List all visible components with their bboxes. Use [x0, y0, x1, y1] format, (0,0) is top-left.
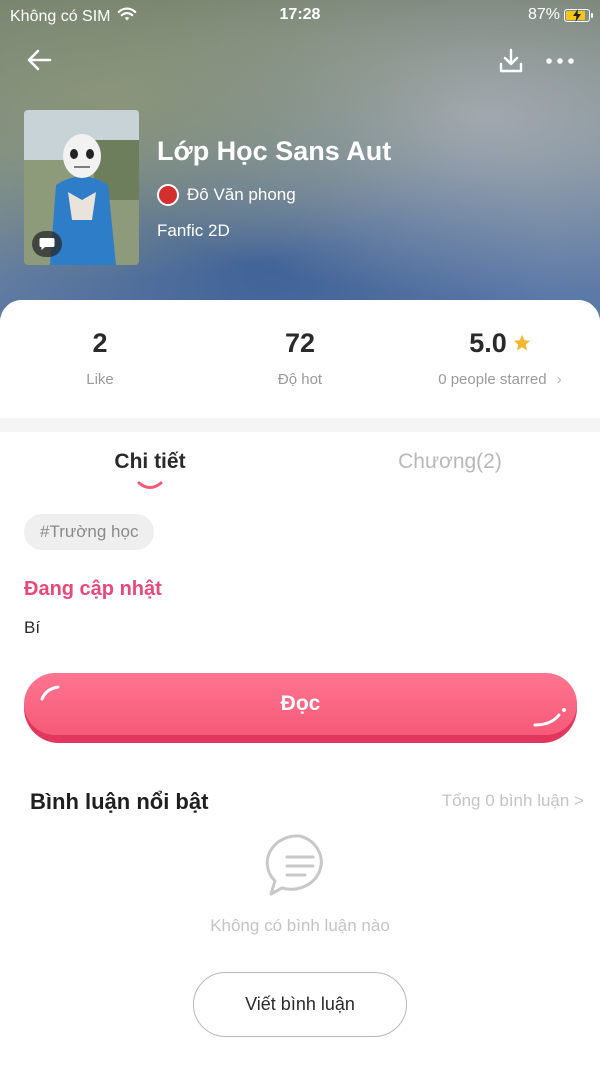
star-icon [513, 328, 531, 359]
battery-charging-icon [564, 8, 593, 22]
rating-value-row: 5.0 [420, 328, 580, 359]
hot-value: 72 [284, 328, 316, 358]
battery-percent: 87% [527, 6, 560, 23]
cover-image[interactable] [24, 110, 139, 265]
hot-label: Độ hot [277, 371, 323, 388]
header-hero: Không có SIM 17:28 87% Lớp Học Sans Aut … [0, 0, 600, 330]
write-comment-button[interactable]: Viết bình luận [193, 972, 407, 1037]
more-icon[interactable] [542, 46, 578, 76]
arrow-back-icon[interactable] [24, 44, 56, 76]
status-bar: Không có SIM 17:28 87% [0, 0, 600, 32]
read-button[interactable]: Đọc [24, 673, 577, 743]
tab-details[interactable]: Chi tiết [100, 450, 200, 474]
story-category: Fanfic 2D [157, 221, 230, 240]
clock: 17:28 [279, 6, 321, 23]
author-link[interactable]: Đô Văn phong [157, 184, 296, 206]
tab-indicator [137, 481, 163, 489]
comment-bubble-icon [32, 231, 62, 257]
detail-content: Chi tiết Chương(2) #Trường học Đang cập … [0, 432, 600, 1067]
comments-total-link[interactable]: Tổng 0 bình luận > [442, 791, 584, 811]
stats-bar: 2 Like 72 Độ hot 5.0 0 people starred › [0, 300, 600, 418]
status-heading: Đang cập nhật [24, 578, 162, 600]
author-name: Đô Văn phong [187, 185, 296, 204]
stat-rating[interactable]: 5.0 0 people starred › [420, 328, 580, 388]
chevron-right-icon: › [556, 371, 562, 388]
story-title: Lớp Học Sans Aut [157, 136, 392, 166]
stat-hot: 72 Độ hot [240, 328, 360, 388]
read-button-label: Đọc [280, 692, 321, 715]
likes-label: Like [86, 371, 114, 388]
likes-value: 2 [92, 328, 108, 358]
rating-value: 5.0 [469, 328, 507, 358]
stat-likes: 2 Like [40, 328, 160, 388]
tab-chapters[interactable]: Chương(2) [380, 450, 520, 474]
detail-sheet: 2 Like 72 Độ hot 5.0 0 people starred › … [0, 300, 600, 1067]
download-icon[interactable] [496, 46, 526, 76]
rating-label: 0 people starred [438, 371, 547, 388]
empty-comments-text: Không có bình luận nào [210, 916, 390, 935]
sparkle-decoration [40, 685, 60, 701]
tag-chip[interactable]: #Trường học [24, 514, 155, 550]
avatar [157, 184, 179, 206]
story-description: Bí [24, 618, 41, 637]
comment-empty-icon [265, 832, 335, 898]
sparkle-decoration [533, 708, 566, 727]
comments-heading: Bình luận nổi bật [30, 789, 209, 814]
